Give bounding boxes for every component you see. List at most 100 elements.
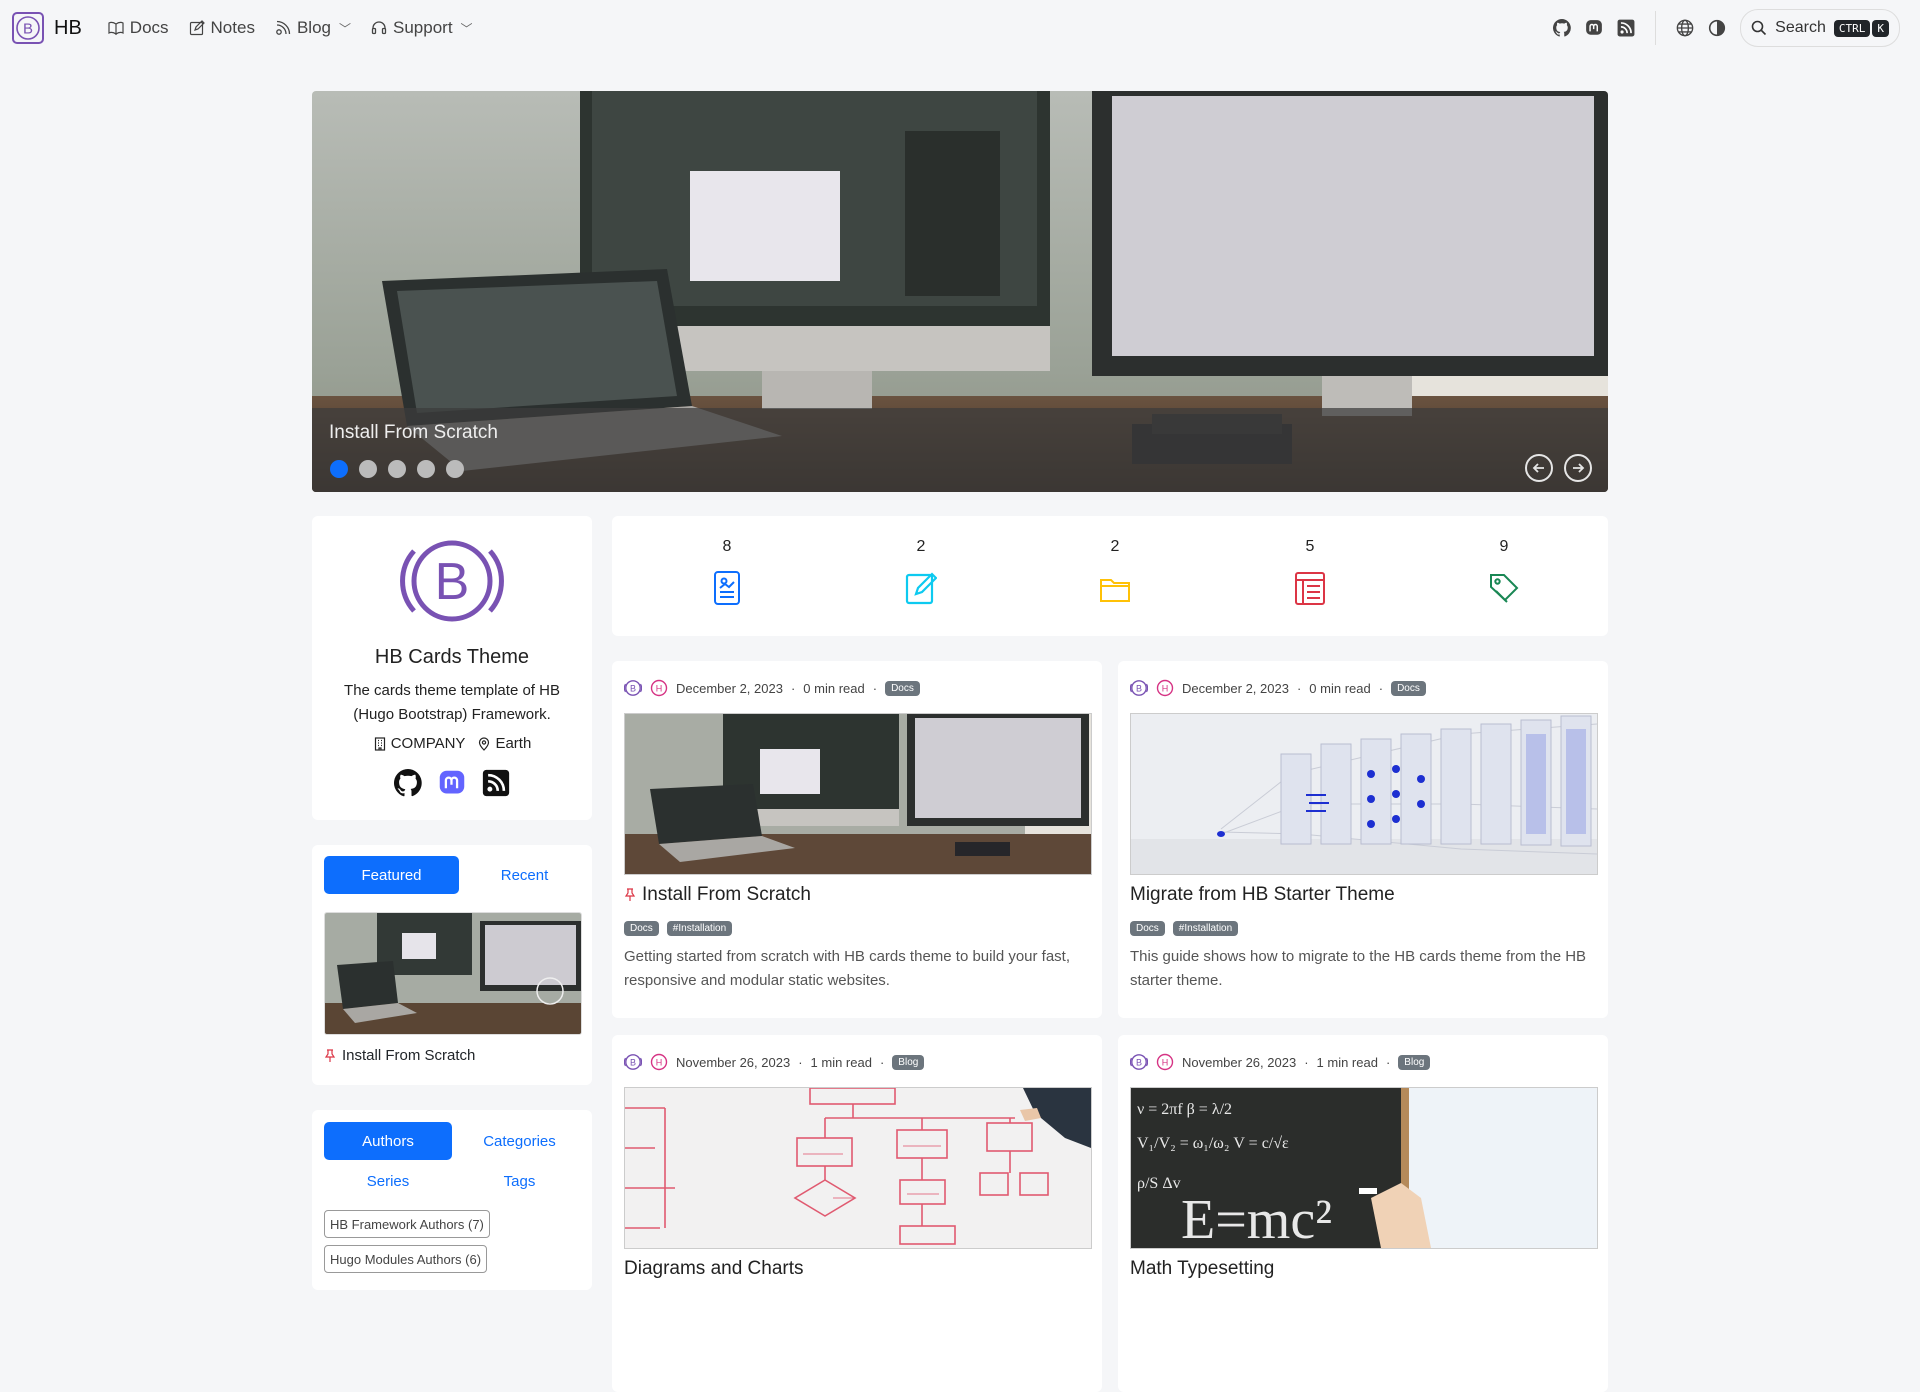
post-card[interactable]: B H December 2, 2023 · 0 min read · Docs bbox=[1118, 661, 1608, 1018]
featured-item[interactable]: Install From Scratch bbox=[324, 1047, 475, 1064]
kbd-k: K bbox=[1872, 19, 1889, 37]
post-title[interactable]: Diagrams and Charts bbox=[624, 1258, 804, 1280]
carousel-indicator[interactable] bbox=[446, 460, 464, 478]
nav-link-support[interactable]: Support ﹀ bbox=[371, 18, 473, 38]
hero-carousel[interactable]: Install From Scratch bbox=[312, 91, 1608, 492]
author-avatar-icon[interactable]: B bbox=[624, 679, 642, 697]
author-avatar-icon[interactable]: H bbox=[650, 679, 668, 697]
mastodon-icon[interactable] bbox=[438, 769, 466, 797]
meta-separator: · bbox=[1304, 1054, 1309, 1070]
stat-docs[interactable]: 8 bbox=[697, 538, 757, 606]
megaphone-icon bbox=[276, 20, 291, 35]
carousel-indicator[interactable] bbox=[330, 460, 348, 478]
post-tag-badge[interactable]: Docs bbox=[624, 921, 659, 936]
profile-name: HB Cards Theme bbox=[374, 646, 530, 668]
post-card[interactable]: B H November 26, 2023 · 1 min read · Blo… bbox=[1118, 1035, 1608, 1392]
tab-categories[interactable]: Categories bbox=[457, 1122, 582, 1160]
post-excerpt: Getting started from scratch with HB car… bbox=[624, 948, 1071, 989]
featured-item-title: Install From Scratch bbox=[342, 1047, 476, 1064]
svg-text:H: H bbox=[656, 684, 663, 694]
brand-link[interactable]: B HB bbox=[12, 12, 82, 44]
profile-company: COMPANY bbox=[373, 735, 465, 752]
author-pill[interactable]: HB Framework Authors (7) bbox=[324, 1210, 490, 1238]
nav-link-docs[interactable]: Docs bbox=[108, 18, 169, 38]
tab-authors[interactable]: Authors bbox=[324, 1122, 452, 1160]
stat-categories[interactable]: 2 bbox=[1085, 538, 1145, 606]
author-avatar-icon[interactable]: B bbox=[624, 1053, 642, 1071]
carousel-prev-button[interactable] bbox=[1525, 454, 1553, 482]
author-avatar-icon[interactable]: B bbox=[1130, 679, 1148, 697]
taxonomy-card: Authors Categories Series Tags HB Framew… bbox=[312, 1110, 592, 1290]
post-thumbnail[interactable] bbox=[1130, 713, 1598, 875]
stat-series[interactable]: 5 bbox=[1280, 538, 1340, 606]
stat-count: 2 bbox=[1110, 538, 1120, 555]
kbd-ctrl: CTRL bbox=[1833, 19, 1871, 37]
theme-toggle-icon[interactable] bbox=[1708, 19, 1726, 37]
rss-icon[interactable] bbox=[1617, 19, 1635, 37]
featured-thumbnail[interactable] bbox=[324, 912, 582, 1035]
rss-icon[interactable] bbox=[482, 769, 510, 797]
post-tag-badge[interactable]: #Installation bbox=[666, 921, 733, 936]
nav-right: Search CTRL K bbox=[1553, 0, 1900, 56]
author-pill[interactable]: Hugo Modules Authors (6) bbox=[324, 1245, 488, 1273]
post-category-badge[interactable]: Blog bbox=[892, 1054, 925, 1070]
tab-recent[interactable]: Recent bbox=[467, 856, 582, 894]
tab-series[interactable]: Series bbox=[324, 1162, 452, 1200]
carousel-indicator[interactable] bbox=[388, 460, 406, 478]
post-reading-time: 1 min read bbox=[1316, 1054, 1378, 1070]
post-card[interactable]: B H December 2, 2023 · 0 min read · Docs… bbox=[612, 661, 1102, 1018]
post-thumbnail[interactable] bbox=[624, 713, 1092, 875]
author-avatar-icon[interactable]: H bbox=[1156, 679, 1174, 697]
author-avatar-icon[interactable]: H bbox=[650, 1053, 668, 1071]
post-thumbnail[interactable]: ν = 2πf β = λ/2 V₁/V₂ = ω₁/ω₂ V = c/√ε ρ… bbox=[1130, 1087, 1598, 1249]
post-meta: B H December 2, 2023 · 0 min read · Docs bbox=[1130, 679, 1426, 697]
nav-link-label: Support bbox=[393, 18, 453, 37]
meta-separator: · bbox=[1378, 680, 1384, 696]
github-icon[interactable] bbox=[394, 769, 422, 797]
meta-separator: · bbox=[872, 680, 878, 696]
nav-link-blog[interactable]: Blog ﹀ bbox=[275, 18, 351, 38]
github-icon[interactable] bbox=[1553, 19, 1571, 37]
post-card[interactable]: B H November 26, 2023 · 1 min read · Blo… bbox=[612, 1035, 1102, 1392]
navbar: B HB Docs Notes Blog ﹀ Support ﹀ Search … bbox=[0, 0, 1920, 56]
nav-link-notes[interactable]: Notes bbox=[189, 18, 255, 38]
post-category-badge[interactable]: Blog bbox=[1398, 1054, 1431, 1070]
post-reading-time: 0 min read bbox=[803, 680, 865, 696]
post-thumbnail[interactable] bbox=[624, 1087, 1092, 1249]
author-avatar-icon[interactable]: B bbox=[1130, 1053, 1148, 1071]
note-icon bbox=[189, 20, 205, 36]
tab-featured[interactable]: Featured bbox=[324, 856, 459, 894]
post-title[interactable]: Migrate from HB Starter Theme bbox=[1130, 884, 1395, 906]
post-tag-badge[interactable]: Docs bbox=[1130, 921, 1165, 936]
post-title[interactable]: Install From Scratch bbox=[624, 884, 811, 906]
search-icon bbox=[1751, 20, 1767, 36]
meta-separator: · bbox=[798, 1054, 803, 1070]
post-tag-badge[interactable]: #Installation bbox=[1172, 921, 1239, 936]
search-button[interactable]: Search CTRL K bbox=[1740, 9, 1900, 47]
globe-icon[interactable] bbox=[1676, 19, 1694, 37]
arrow-left-icon bbox=[1532, 463, 1544, 473]
mastodon-icon[interactable] bbox=[1585, 19, 1603, 37]
carousel-indicator[interactable] bbox=[417, 460, 435, 478]
meta-separator: · bbox=[879, 1054, 885, 1070]
stat-tags[interactable]: 9 bbox=[1474, 538, 1534, 606]
hero-title[interactable]: Install From Scratch bbox=[329, 422, 498, 444]
meta-separator: · bbox=[1296, 680, 1302, 696]
svg-text:B: B bbox=[630, 684, 636, 694]
post-meta: B H December 2, 2023 · 0 min read · Docs bbox=[624, 679, 920, 697]
profile-location: Earth bbox=[477, 735, 531, 752]
carousel-indicator[interactable] bbox=[359, 460, 377, 478]
carousel-next-button[interactable] bbox=[1564, 454, 1592, 482]
post-title-text: Migrate from HB Starter Theme bbox=[1130, 884, 1395, 905]
svg-text:V₁/V₂ = ω₁/ω₂ V = c/√ε: V₁/V₂ = ω₁/ω₂ V = c/√ε bbox=[1137, 1135, 1289, 1152]
post-title[interactable]: Math Typesetting bbox=[1130, 1258, 1274, 1280]
tab-tags[interactable]: Tags bbox=[457, 1162, 582, 1200]
stat-notes[interactable]: 2 bbox=[891, 538, 951, 606]
post-category-badge[interactable]: Docs bbox=[885, 680, 920, 696]
post-reading-time: 1 min read bbox=[810, 1054, 872, 1070]
nav-links: Docs Notes Blog ﹀ Support ﹀ bbox=[108, 18, 473, 38]
author-avatar-icon[interactable]: H bbox=[1156, 1053, 1174, 1071]
carousel-indicators bbox=[330, 460, 464, 478]
post-date: November 26, 2023 bbox=[676, 1054, 791, 1070]
post-category-badge[interactable]: Docs bbox=[1391, 680, 1426, 696]
